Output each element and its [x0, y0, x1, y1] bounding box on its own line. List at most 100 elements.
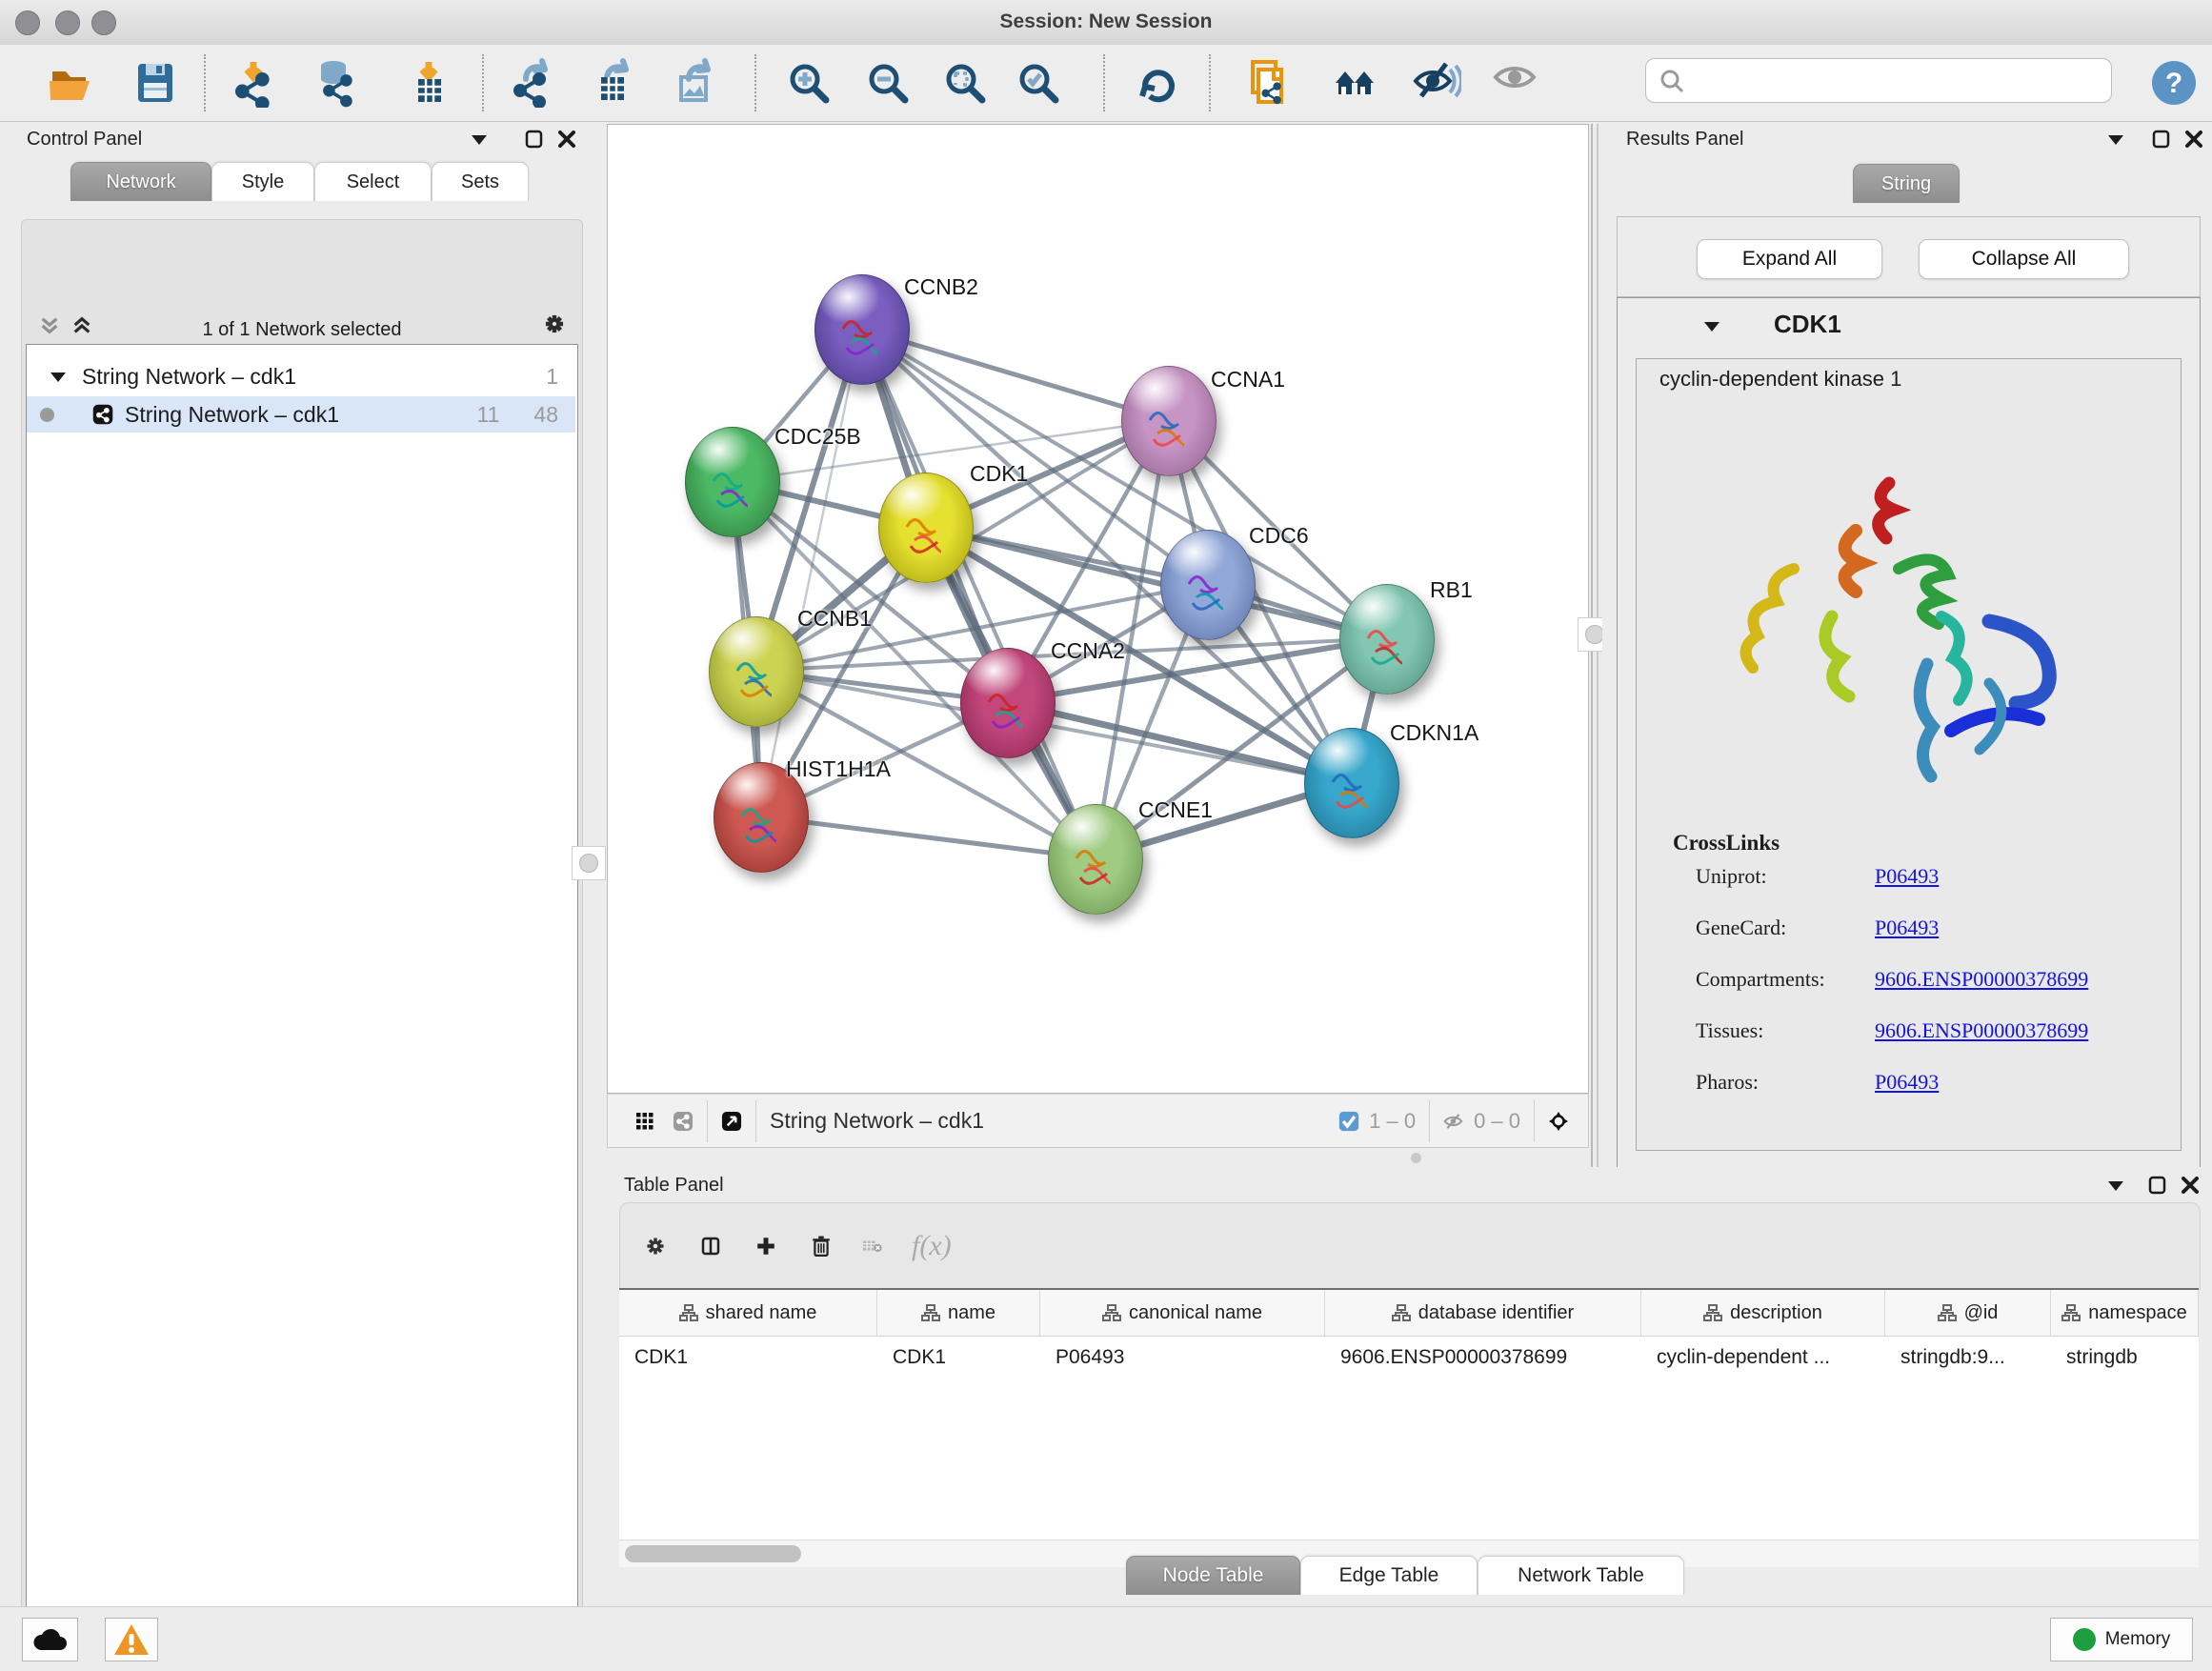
export-image-icon[interactable] — [672, 58, 721, 108]
crosslink-link[interactable]: P06493 — [1875, 916, 2153, 940]
zoom-in-icon[interactable] — [784, 58, 834, 108]
export-network-icon[interactable] — [509, 58, 558, 108]
collection-expander-icon[interactable] — [48, 366, 69, 387]
search-input[interactable] — [1686, 69, 2090, 92]
hide-panels-icon[interactable] — [1412, 58, 1461, 108]
table-cell[interactable]: CDK1 — [619, 1337, 877, 1379]
open-recent-session-icon[interactable] — [1243, 58, 1293, 108]
crosslink-link[interactable]: 9606.ENSP00000378699 — [1875, 1018, 2153, 1043]
tab-edge-table[interactable]: Edge Table — [1300, 1556, 1478, 1595]
zoom-fit-icon[interactable] — [940, 58, 990, 108]
node-label-ccnb2: CCNB2 — [904, 274, 978, 300]
memory-button[interactable]: Memory — [2050, 1618, 2193, 1661]
warnings-button[interactable] — [105, 1618, 158, 1661]
network-node-cdc25b[interactable] — [685, 427, 780, 537]
horizontal-splitter-grip[interactable] — [1411, 1153, 1421, 1163]
network-share-icon[interactable] — [673, 1111, 694, 1132]
table-cell[interactable]: P06493 — [1040, 1337, 1325, 1379]
cloud-status-button[interactable] — [22, 1618, 78, 1661]
show-panels-icon[interactable] — [1492, 58, 1541, 108]
show-columns-icon[interactable] — [700, 1236, 721, 1257]
close-panel-icon[interactable] — [2180, 1175, 2201, 1196]
tab-style[interactable]: Style — [211, 162, 314, 201]
column-header-description[interactable]: description — [1641, 1290, 1885, 1336]
table-cell[interactable]: cyclin-dependent ... — [1641, 1337, 1885, 1379]
help-icon[interactable]: ? — [2149, 58, 2199, 108]
tab-network[interactable]: Network — [70, 162, 211, 201]
results-buttons-box: Expand All Collapse All — [1617, 216, 2201, 297]
crosslink-row: Compartments: 9606.ENSP00000378699 — [1696, 967, 2153, 992]
crosslink-label: Compartments: — [1696, 967, 1825, 992]
import-table-icon[interactable] — [406, 58, 455, 108]
close-panel-icon[interactable] — [556, 129, 577, 150]
close-panel-icon[interactable] — [2183, 129, 2204, 150]
panel-menu-icon[interactable] — [2105, 1175, 2126, 1196]
selected-checkbox-icon[interactable] — [1338, 1111, 1359, 1132]
table-cell[interactable]: stringdb — [2051, 1337, 2199, 1379]
panel-menu-icon[interactable] — [2105, 129, 2126, 150]
network-node-cdc6[interactable] — [1160, 530, 1256, 640]
hscrollbar-thumb[interactable] — [625, 1545, 801, 1562]
column-header-shared-name[interactable]: shared name — [619, 1290, 877, 1336]
network-view-canvas[interactable]: CCNB2CCNA1CDC25BCDK1CDC6RB1CCNB1CCNA2CDK… — [607, 124, 1589, 1094]
table-row[interactable]: CDK1CDK1P064939606.ENSP00000378699cyclin… — [619, 1337, 2199, 1379]
delete-column-icon[interactable] — [811, 1236, 832, 1257]
table-cell[interactable]: 9606.ENSP00000378699 — [1325, 1337, 1641, 1379]
left-splitter-handle[interactable] — [572, 846, 606, 880]
network-grid-icon[interactable] — [634, 1111, 655, 1132]
collapse-all-button[interactable]: Collapse All — [1919, 239, 2129, 279]
column-header-database-identifier[interactable]: database identifier — [1325, 1290, 1641, 1336]
network-node-ccne1[interactable] — [1048, 804, 1143, 915]
import-network-icon[interactable] — [229, 58, 278, 108]
table-options-gear-icon[interactable] — [645, 1236, 666, 1257]
float-panel-icon[interactable] — [2147, 1175, 2168, 1196]
import-database-icon[interactable] — [311, 58, 360, 108]
network-node-ccna1[interactable] — [1121, 366, 1217, 476]
search-icon — [1658, 67, 1686, 95]
crosslink-link[interactable]: P06493 — [1875, 864, 2153, 889]
string-network-icon — [92, 404, 113, 425]
entry-expander-icon[interactable] — [1701, 315, 1722, 336]
birdseye-view-icon[interactable] — [1548, 1111, 1569, 1132]
tab-network-table[interactable]: Network Table — [1478, 1556, 1684, 1595]
column-header-namespace[interactable]: namespace — [2051, 1290, 2199, 1336]
crosslink-link[interactable]: 9606.ENSP00000378699 — [1875, 967, 2153, 992]
detach-view-icon[interactable] — [721, 1111, 742, 1132]
network-node-ccnb2[interactable] — [814, 274, 910, 385]
expand-all-button[interactable]: Expand All — [1697, 239, 1882, 279]
network-row-selected[interactable]: String Network – cdk1 11 48 — [27, 396, 575, 433]
add-column-icon[interactable] — [755, 1236, 776, 1257]
table-cell[interactable]: CDK1 — [877, 1337, 1040, 1379]
open-session-icon[interactable] — [47, 58, 96, 108]
tab-select[interactable]: Select — [314, 162, 432, 201]
tab-string[interactable]: String — [1853, 164, 1960, 203]
zoom-out-icon[interactable] — [863, 58, 913, 108]
network-node-cdk1[interactable] — [878, 473, 974, 583]
network-node-rb1[interactable] — [1339, 584, 1435, 695]
panel-menu-icon[interactable] — [469, 129, 490, 150]
network-node-ccna2[interactable] — [960, 648, 1056, 758]
node-label-ccna1: CCNA1 — [1211, 367, 1285, 393]
column-header-name[interactable]: name — [877, 1290, 1040, 1336]
search-field[interactable] — [1645, 58, 2112, 103]
string-home-icon[interactable] — [1332, 58, 1381, 108]
node-table[interactable]: shared namenamecanonical namedatabase id… — [619, 1288, 2199, 1541]
hidden-elements-icon[interactable] — [1443, 1111, 1464, 1132]
network-options-gear-icon[interactable] — [544, 313, 565, 334]
export-table-icon[interactable] — [590, 58, 639, 108]
zoom-selected-icon[interactable] — [1014, 58, 1063, 108]
crosslink-link[interactable]: P06493 — [1875, 1070, 2153, 1095]
network-node-cdkn1a[interactable] — [1304, 728, 1399, 838]
column-header--id[interactable]: @id — [1885, 1290, 2051, 1336]
float-panel-icon[interactable] — [524, 129, 545, 150]
tab-node-table[interactable]: Node Table — [1126, 1556, 1300, 1595]
float-panel-icon[interactable] — [2151, 129, 2172, 150]
network-collection-row[interactable]: String Network – cdk1 1 — [27, 358, 575, 394]
table-cell[interactable]: stringdb:9... — [1885, 1337, 2051, 1379]
network-node-ccnb1[interactable] — [709, 616, 804, 727]
node-label-cdk1: CDK1 — [970, 461, 1028, 487]
apply-layout-icon[interactable] — [1134, 58, 1183, 108]
tab-sets[interactable]: Sets — [432, 162, 529, 201]
column-header-canonical-name[interactable]: canonical name — [1040, 1290, 1325, 1336]
save-session-icon[interactable] — [131, 58, 180, 108]
